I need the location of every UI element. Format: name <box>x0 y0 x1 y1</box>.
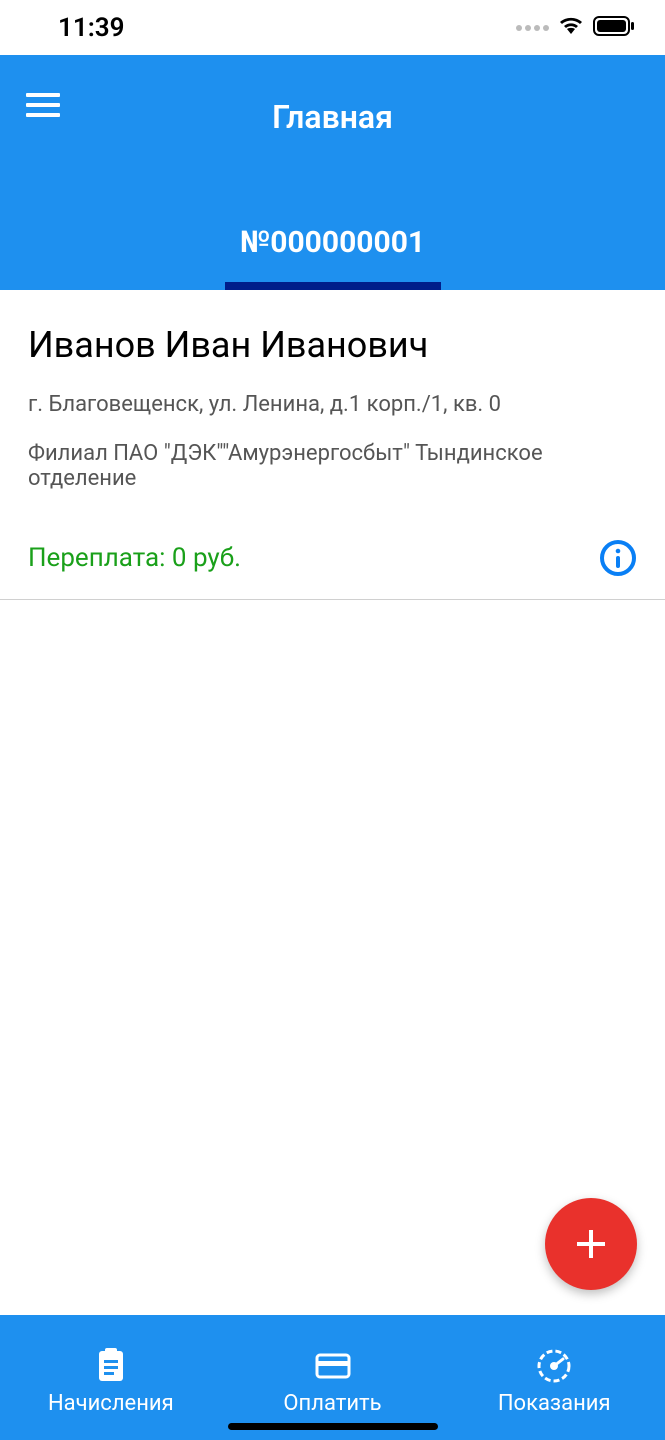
meter-icon <box>535 1347 573 1385</box>
cellular-icon <box>516 25 549 31</box>
app-header: Главная №000000001 <box>0 55 665 290</box>
balance-text: Переплата: 0 руб. <box>28 543 241 573</box>
page-title: Главная <box>0 98 665 136</box>
customer-address: г. Благовещенск, ул. Ленина, д.1 корп./1… <box>28 392 637 417</box>
status-indicators <box>516 14 635 42</box>
nav-label: Начисления <box>48 1391 174 1416</box>
branch-name: Филиал ПАО "ДЭК""Амурэнергосбыт" Тындинс… <box>28 441 637 491</box>
clipboard-icon <box>92 1347 130 1385</box>
nav-item-readings[interactable]: Показания <box>443 1315 665 1440</box>
nav-label: Оплатить <box>283 1391 381 1416</box>
customer-name: Иванов Иван Иванович <box>28 324 637 366</box>
card-icon <box>314 1347 352 1385</box>
nav-label: Показания <box>498 1391 611 1416</box>
account-card: Иванов Иван Иванович г. Благовещенск, ул… <box>0 290 665 600</box>
home-indicator[interactable] <box>228 1423 438 1430</box>
menu-button[interactable] <box>26 93 66 123</box>
account-tab[interactable]: №000000001 <box>0 225 665 290</box>
wifi-icon <box>557 14 585 42</box>
nav-item-charges[interactable]: Начисления <box>0 1315 222 1440</box>
status-bar: 11:39 <box>0 0 665 55</box>
account-number: №000000001 <box>240 225 425 282</box>
battery-icon <box>593 16 635 40</box>
tab-underline <box>225 282 441 290</box>
nav-item-pay[interactable]: Оплатить <box>222 1315 444 1440</box>
add-button[interactable] <box>545 1198 637 1290</box>
info-button[interactable] <box>599 539 637 577</box>
status-time: 11:39 <box>58 13 125 43</box>
bottom-nav: Начисления Оплатить Показания <box>0 1315 665 1440</box>
